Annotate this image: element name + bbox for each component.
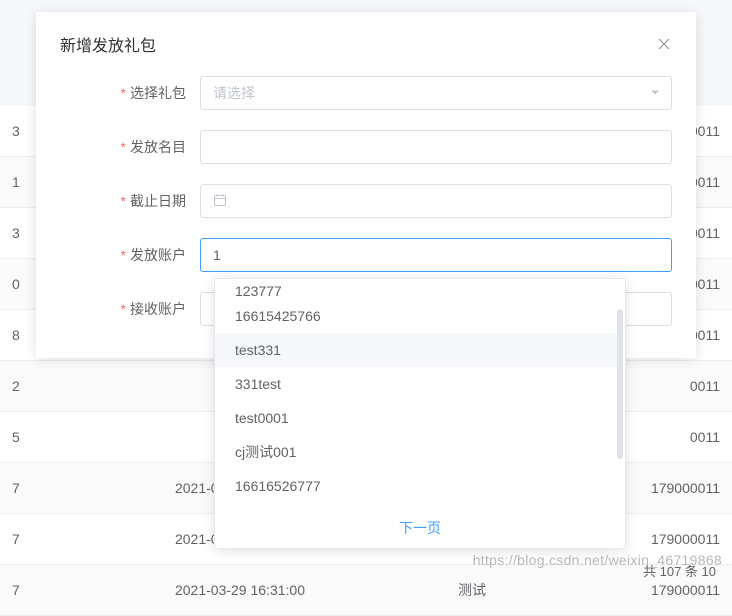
cell: 测试: [458, 580, 518, 600]
deadline-date-input[interactable]: [200, 184, 672, 218]
calendar-icon: [213, 193, 227, 210]
watermark: https://blog.csdn.net/weixin_46719868: [473, 552, 722, 568]
dropdown-item[interactable]: test0001: [215, 401, 619, 435]
field-label: *截止日期: [60, 191, 200, 211]
dropdown-item[interactable]: 16616526777: [215, 469, 619, 503]
field-label: *发放名目: [60, 137, 200, 157]
field-deadline: *截止日期: [60, 184, 672, 218]
cell: 2: [12, 378, 42, 394]
cell: 179000011: [651, 531, 720, 547]
cell: 179000011: [651, 480, 720, 496]
chevron-down-icon: [651, 88, 659, 99]
field-issue-name: *发放名目: [60, 130, 672, 164]
dropdown-item[interactable]: 123777: [215, 283, 619, 299]
cell: 0011: [690, 378, 720, 394]
field-select-gift: *选择礼包 请选择: [60, 76, 672, 110]
dropdown-item[interactable]: cj测试001: [215, 435, 619, 469]
dropdown-item[interactable]: 16615425766: [215, 299, 619, 333]
cell: 7: [12, 480, 42, 496]
field-issue-account: *发放账户: [60, 238, 672, 272]
issue-account-input[interactable]: [200, 238, 672, 272]
close-icon[interactable]: [656, 36, 672, 52]
field-label: *接收账户: [60, 299, 200, 319]
scrollbar-thumb[interactable]: [617, 309, 623, 459]
dropdown-item[interactable]: test331: [215, 333, 619, 367]
dropdown-next-page[interactable]: 下一页: [215, 507, 625, 548]
field-label: *发放账户: [60, 245, 200, 265]
cell: 0011: [690, 429, 720, 445]
select-gift-dropdown[interactable]: 请选择: [200, 76, 672, 110]
cell: 5: [12, 429, 42, 445]
cell: 179000011: [651, 582, 720, 598]
select-placeholder: 请选择: [213, 83, 255, 103]
cell: 7: [12, 531, 42, 547]
autocomplete-dropdown: 123777 16615425766 test331 331test test0…: [214, 278, 626, 549]
cell: 2021-03-29 16:31:00: [175, 582, 325, 598]
modal-title: 新增发放礼包: [60, 32, 156, 56]
dropdown-list: 123777 16615425766 test331 331test test0…: [215, 279, 625, 507]
modal-header: 新增发放礼包: [36, 12, 696, 70]
cell: 7: [12, 582, 42, 598]
issue-name-input[interactable]: [200, 130, 672, 164]
table-row: 7 2021-03-29 16:31:00 测试 179000011: [0, 565, 732, 616]
field-label: *选择礼包: [60, 83, 200, 103]
dropdown-item[interactable]: 331test: [215, 367, 619, 401]
